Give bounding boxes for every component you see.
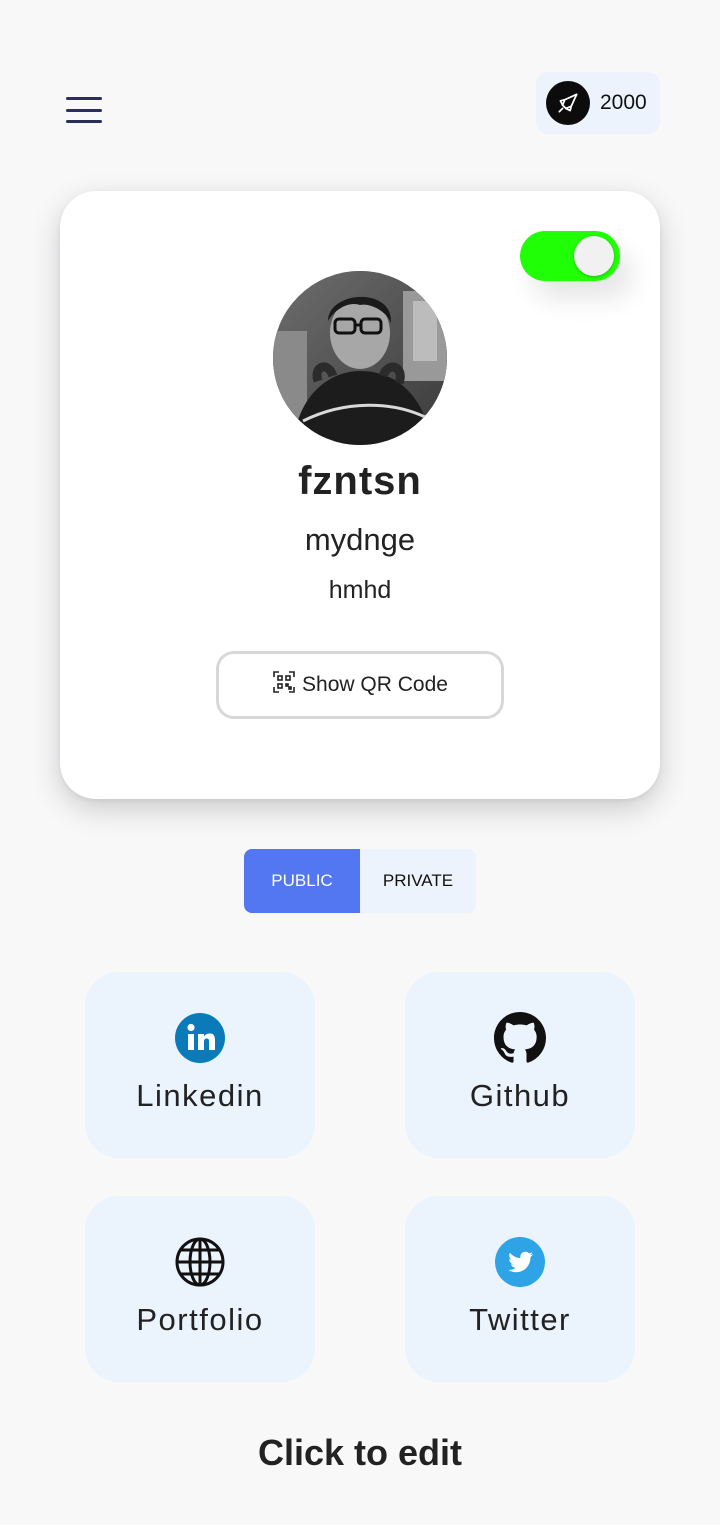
points-value: 2000 (600, 91, 647, 114)
twitter-tile[interactable]: Twitter (405, 1196, 635, 1382)
profile-card: fzntsn mydnge hmhd Show QR Code (60, 191, 660, 799)
click-to-edit-button[interactable]: Click to edit (0, 1432, 720, 1474)
twitter-label: Twitter (469, 1302, 571, 1337)
linkedin-icon (174, 1012, 226, 1064)
menu-bar (66, 120, 102, 123)
public-tab[interactable]: PUBLIC (244, 849, 360, 913)
profile-subtitle: mydnge (304, 522, 416, 557)
qr-code-icon (272, 670, 296, 700)
show-qr-code-button[interactable]: Show QR Code (216, 651, 504, 719)
portfolio-label: Portfolio (136, 1302, 264, 1337)
qr-button-label: Show QR Code (302, 673, 448, 696)
profile-toggle[interactable] (520, 231, 620, 281)
github-icon (494, 1012, 546, 1064)
github-tile[interactable]: Github (405, 972, 635, 1158)
github-label: Github (469, 1078, 571, 1113)
menu-bar (66, 108, 102, 112)
profile-detail: hmhd (328, 576, 392, 604)
twitter-icon (494, 1236, 546, 1288)
globe-icon (174, 1236, 226, 1288)
profile-name: fzntsn (298, 459, 422, 503)
private-tab[interactable]: PRIVATE (360, 849, 476, 913)
menu-button[interactable] (66, 97, 102, 123)
linkedin-tile[interactable]: Linkedin (85, 972, 315, 1158)
portfolio-tile[interactable]: Portfolio (85, 1196, 315, 1382)
avatar (273, 271, 447, 445)
linkedin-label: Linkedin (136, 1078, 264, 1113)
toggle-knob (574, 236, 614, 276)
rocket-icon (546, 81, 590, 125)
points-badge[interactable]: 2000 (536, 72, 660, 134)
menu-bar (66, 97, 102, 100)
visibility-segmented-control: PUBLIC PRIVATE (244, 849, 476, 913)
